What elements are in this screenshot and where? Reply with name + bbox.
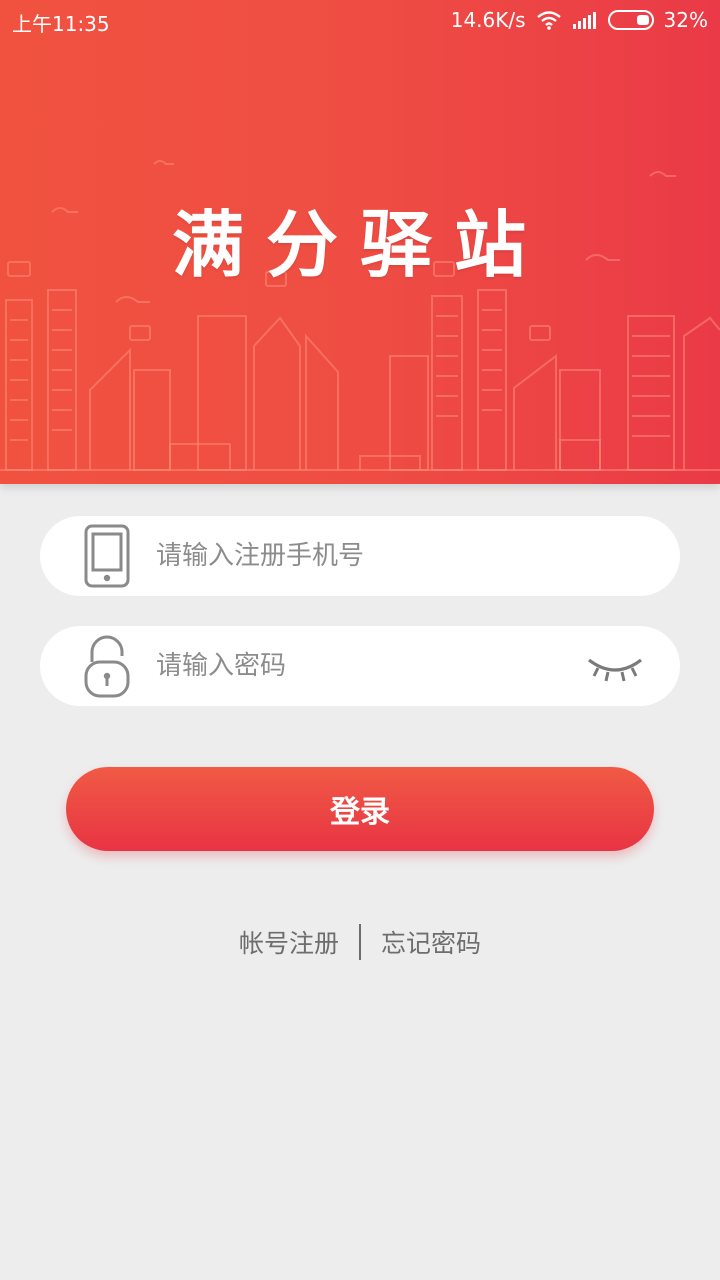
phone-field [40, 516, 680, 596]
status-time: 上午11:35 [12, 12, 110, 36]
app-title: 满分驿站 [171, 202, 548, 287]
register-link[interactable]: 帐号注册 [239, 924, 339, 960]
phone-icon [84, 524, 130, 588]
network-speed: 14.6K/s [450, 8, 526, 32]
status-indicators: 14.6K/s 32% [451, 8, 708, 32]
lock-icon [84, 635, 130, 698]
link-divider [359, 924, 361, 960]
login-screen: 上午11:35 14.6K/s 32% 满分驿站 请输入注册手机号 登录 帐号注… [0, 0, 720, 1280]
login-button[interactable]: 登录 [66, 767, 654, 851]
status-bar: 上午11:35 14.6K/s 32% [0, 0, 720, 40]
auth-links: 帐号注册 忘记密码 [0, 922, 720, 962]
signal-icon [572, 12, 596, 29]
header-banner: 上午11:35 14.6K/s 32% 满分驿站 [0, 0, 720, 484]
eye-closed-icon[interactable] [586, 652, 644, 684]
wifi-icon [536, 11, 561, 30]
phone-input[interactable] [156, 530, 576, 582]
password-input[interactable] [156, 640, 576, 692]
battery-percent: 32% [663, 8, 708, 32]
password-field [40, 626, 680, 706]
forgot-password-link[interactable]: 忘记密码 [381, 924, 481, 960]
battery-icon [607, 10, 654, 30]
